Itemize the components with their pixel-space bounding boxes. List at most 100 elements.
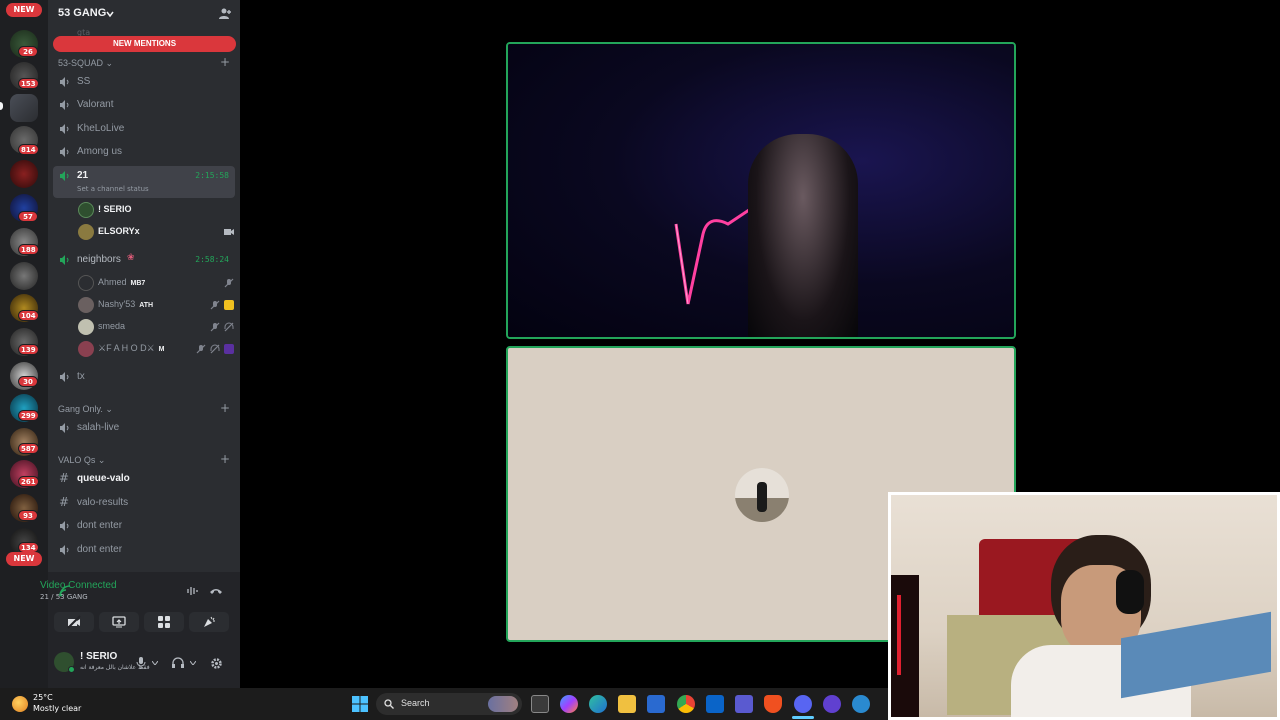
chrome-icon[interactable] bbox=[677, 695, 695, 713]
user-tag: MB7 bbox=[130, 280, 146, 287]
mention-badge: 299 bbox=[18, 410, 39, 421]
webcam-overlay bbox=[888, 492, 1280, 720]
text-channel-queue-valo[interactable]: # queue-valo bbox=[53, 469, 235, 489]
channel-duration: 2:15:58 bbox=[195, 171, 229, 180]
voice-user-label: ⚔F A H O D⚔ bbox=[98, 343, 155, 353]
voice-channel-21[interactable]: 21 2:15:58 Set a channel status bbox=[53, 166, 235, 198]
voice-user-row[interactable]: ELSORYx bbox=[78, 222, 234, 242]
weather-temperature[interactable]: 25°C bbox=[33, 693, 53, 702]
new-unreads-bottom-pill[interactable]: NEW bbox=[6, 552, 42, 566]
mention-badge: 188 bbox=[18, 244, 39, 255]
channel-name: dont enter bbox=[77, 544, 123, 555]
chevron-down-icon[interactable] bbox=[190, 661, 196, 665]
muted-mic-icon bbox=[224, 278, 234, 288]
voice-user-label: Nashy'53 bbox=[98, 299, 136, 309]
weather-condition[interactable]: Mostly clear bbox=[33, 704, 81, 713]
voice-user-row[interactable]: ⚔F A H O D⚔ M bbox=[78, 339, 234, 359]
voice-channel-khelolive[interactable]: KheLoLive bbox=[53, 119, 235, 139]
edge-browser-icon[interactable] bbox=[589, 695, 607, 713]
voice-channel-valorant[interactable]: Valorant bbox=[53, 95, 235, 115]
voice-connected-label[interactable]: Video Connected bbox=[40, 580, 117, 591]
speaker-icon bbox=[60, 545, 69, 555]
category-label: 53-SQUAD bbox=[58, 58, 104, 68]
teams-icon[interactable] bbox=[735, 695, 753, 713]
avatar bbox=[78, 297, 94, 313]
chevron-down-icon[interactable] bbox=[152, 661, 158, 665]
disconnect-icon[interactable] bbox=[209, 584, 223, 598]
headphones-icon[interactable] bbox=[172, 657, 184, 669]
noise-suppression-icon[interactable] bbox=[186, 584, 200, 598]
server-header[interactable]: 53 GANG bbox=[48, 0, 240, 28]
hashtag-icon: # bbox=[59, 495, 70, 509]
channel-name: SS bbox=[77, 76, 91, 87]
new-unreads-top-pill[interactable]: NEW bbox=[6, 3, 42, 17]
add-channel-plus-icon[interactable]: + bbox=[220, 55, 230, 69]
speaker-icon bbox=[60, 77, 69, 87]
wordpress-icon[interactable] bbox=[852, 695, 870, 713]
username[interactable]: ! SERIO bbox=[80, 651, 117, 662]
pc-case bbox=[891, 575, 919, 717]
text-channel-valo-results[interactable]: # valo-results bbox=[53, 493, 235, 513]
voice-channel-tx[interactable]: tx bbox=[53, 367, 235, 387]
category-label: Gang Only. bbox=[58, 404, 103, 414]
voice-connected-subtitle[interactable]: 21 / 53 GANG bbox=[40, 593, 88, 601]
add-channel-plus-icon[interactable]: + bbox=[220, 401, 230, 415]
category-gang-only[interactable]: Gang Only. ⌄ bbox=[58, 404, 113, 415]
server-icon-53-gang[interactable] bbox=[10, 94, 38, 122]
voice-channel-ss[interactable]: SS bbox=[53, 72, 235, 92]
voice-channel-dont-enter-1[interactable]: dont enter bbox=[53, 516, 235, 536]
discord-icon[interactable] bbox=[794, 695, 812, 713]
mention-badge: 153 bbox=[18, 78, 39, 89]
voice-user-row[interactable]: smeda bbox=[78, 317, 234, 337]
video-tile-streamer[interactable] bbox=[506, 42, 1016, 339]
channel-name: Valorant bbox=[77, 99, 114, 110]
voice-channel-dont-enter-2[interactable]: dont enter bbox=[53, 540, 235, 560]
outlook-icon[interactable] bbox=[706, 695, 724, 713]
activities-icon bbox=[158, 616, 170, 628]
activities-button[interactable] bbox=[144, 612, 184, 632]
deafened-icon bbox=[224, 322, 234, 332]
microphone-icon[interactable] bbox=[136, 657, 146, 669]
taskbar-search-box[interactable]: Search bbox=[376, 693, 522, 715]
search-highlight-icon bbox=[488, 696, 518, 712]
voice-user-row[interactable]: Nashy'53 ATH bbox=[78, 295, 234, 315]
avatar bbox=[78, 224, 94, 240]
windows-start-icon[interactable] bbox=[352, 696, 368, 712]
voice-channel-among-us[interactable]: Among us bbox=[53, 142, 235, 162]
hashtag-icon: # bbox=[59, 471, 70, 485]
voice-channel-neighbors[interactable]: neighbors ❀ 2:58:24 bbox=[53, 250, 235, 270]
voice-channel-salah-live[interactable]: salah-live bbox=[53, 418, 235, 438]
speaker-active-icon bbox=[60, 171, 69, 181]
soundboard-icon bbox=[204, 616, 215, 627]
mention-badge: 93 bbox=[18, 510, 38, 521]
soundboard-button[interactable] bbox=[189, 612, 229, 632]
file-explorer-icon[interactable] bbox=[618, 695, 636, 713]
muted-mic-icon bbox=[196, 344, 206, 354]
voice-user-name: ELSORYx bbox=[98, 226, 140, 236]
server-icon[interactable] bbox=[10, 160, 38, 188]
mention-badge: 104 bbox=[18, 310, 39, 321]
avatar-figure bbox=[757, 482, 767, 512]
category-valo-qs[interactable]: VALO Qs ⌄ bbox=[58, 455, 105, 466]
voice-user-row[interactable]: ! SERIO bbox=[78, 200, 234, 220]
copilot-icon[interactable] bbox=[560, 695, 578, 713]
new-mentions-bar[interactable]: NEW MENTIONS bbox=[53, 36, 236, 52]
channel-name: valo-results bbox=[77, 497, 129, 508]
microsoft-store-icon[interactable] bbox=[647, 695, 665, 713]
brave-browser-icon[interactable] bbox=[764, 695, 782, 713]
avatar bbox=[78, 202, 94, 218]
active-app-indicator bbox=[792, 716, 814, 719]
server-icon[interactable] bbox=[10, 262, 38, 290]
gear-icon[interactable] bbox=[210, 657, 223, 670]
app-root: NEW 26 153 814 57 188 104 139 30 299 587… bbox=[0, 0, 1280, 720]
set-channel-status[interactable]: Set a channel status bbox=[77, 185, 149, 193]
app-icon[interactable] bbox=[823, 695, 841, 713]
invite-people-icon[interactable] bbox=[218, 7, 232, 21]
voice-user-row[interactable]: Ahmed MB7 bbox=[78, 273, 234, 293]
turn-off-camera-button[interactable] bbox=[54, 612, 94, 632]
weather-moon-icon[interactable] bbox=[12, 696, 28, 712]
task-view-icon[interactable] bbox=[531, 695, 549, 713]
add-channel-plus-icon[interactable]: + bbox=[220, 452, 230, 466]
share-screen-button[interactable] bbox=[99, 612, 139, 632]
category-53-squad[interactable]: 53-SQUAD ⌄ bbox=[58, 58, 113, 69]
